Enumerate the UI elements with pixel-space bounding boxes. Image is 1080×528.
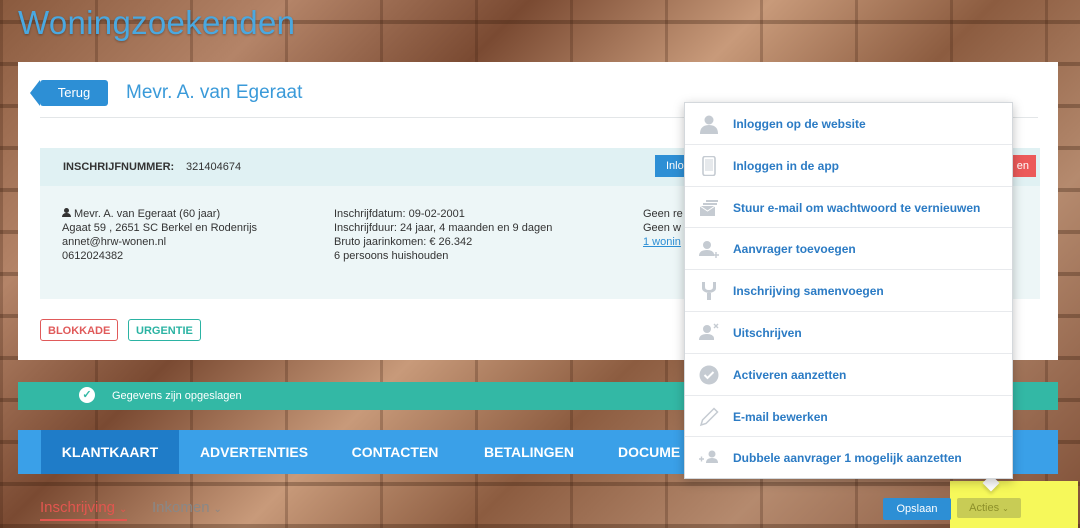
acties-button[interactable]: Acties ⌄ — [957, 498, 1021, 518]
menu-item-label: E-mail bewerken — [733, 409, 828, 424]
contact-name: Mevr. A. van Egeraat (60 jaar) — [74, 208, 221, 220]
menu-item-reset-password[interactable]: Stuur e-mail om wachtwoord te vernieuwen — [685, 187, 1012, 229]
menu-item-merge-registration[interactable]: Inschrijving samenvoegen — [685, 270, 1012, 312]
actions-dropdown-menu: Inloggen op de website Inloggen in de ap… — [684, 102, 1013, 479]
subtab-inkomen-label: Inkomen — [152, 499, 210, 516]
acties-label: Acties — [969, 502, 1000, 514]
household-size: 6 persoons huishouden — [334, 250, 449, 262]
status-info: Geen re Geen w 1 wonin — [643, 207, 683, 249]
check-circle-icon — [699, 365, 719, 385]
phone-icon — [702, 155, 716, 176]
tab-klantkaart[interactable]: KLANTKAART — [41, 430, 179, 474]
user-icon — [700, 115, 718, 134]
gross-income: Bruto jaarinkomen: € 26.342 — [334, 236, 473, 248]
merge-icon — [702, 282, 716, 301]
menu-item-label: Dubbele aanvrager 1 mogelijk aanzetten — [733, 451, 962, 466]
menu-item-login-website[interactable]: Inloggen op de website — [685, 103, 1012, 145]
urgentie-button[interactable]: URGENTIE — [128, 319, 201, 341]
duplicate-user-icon — [699, 450, 718, 464]
contact-phone: 0612024382 — [62, 250, 124, 262]
contact-email: annet@hrw-wonen.nl — [62, 236, 167, 248]
tab-documenten[interactable]: DOCUME — [598, 430, 684, 474]
menu-item-label: Stuur e-mail om wachtwoord te vernieuwen — [733, 200, 981, 215]
status-line-2: Geen w — [643, 222, 681, 234]
save-button[interactable]: Opslaan — [883, 498, 951, 520]
user-add-icon — [699, 241, 719, 259]
subtab-inkomen[interactable]: Inkomen ⌄ — [152, 499, 222, 516]
menu-item-add-applicant[interactable]: Aanvrager toevoegen — [685, 228, 1012, 271]
menu-item-duplicate-applicant[interactable]: Dubbele aanvrager 1 mogelijk aanzetten — [685, 437, 1012, 479]
tab-betalingen[interactable]: BETALINGEN — [464, 430, 594, 474]
mail-stack-icon — [699, 199, 718, 216]
tab-contacten[interactable]: CONTACTEN — [330, 430, 460, 474]
blokkade-button[interactable]: BLOKKADE — [40, 319, 119, 341]
login-button-partial[interactable]: Inlo — [655, 155, 687, 177]
check-icon: ✓ — [79, 387, 95, 403]
red-button-label: en — [1016, 160, 1029, 172]
chevron-down-icon: ⌄ — [213, 504, 222, 515]
menu-item-label: Uitschrijven — [733, 326, 802, 340]
homes-link[interactable]: 1 wonin — [643, 235, 683, 249]
pencil-icon — [699, 407, 719, 426]
client-name: Mevr. A. van Egeraat — [126, 82, 303, 103]
menu-item-label: Inloggen in de app — [733, 158, 839, 173]
contact-address: Agaat 59 , 2651 SC Berkel en Rodenrijs — [62, 222, 258, 234]
menu-item-label: Inschrijving samenvoegen — [733, 284, 884, 299]
chevron-down-icon: ⌄ — [1002, 504, 1009, 513]
saved-notification-text: Gegevens zijn opgeslagen — [112, 390, 242, 402]
person-icon — [62, 208, 71, 217]
registration-number: 321404674 — [186, 161, 242, 173]
status-line-1: Geen re — [643, 208, 683, 220]
menu-item-login-app[interactable]: Inloggen in de app — [685, 145, 1012, 187]
registration-info: Inschrijfdatum: 09-02-2001 Inschrijfduur… — [334, 207, 552, 263]
registration-label: INSCHRIJFNUMMER: — [63, 161, 175, 173]
registration-date: Inschrijfdatum: 09-02-2001 — [334, 208, 465, 220]
user-remove-icon — [699, 323, 719, 340]
subtab-inschrijving-label: Inschrijving — [40, 499, 116, 516]
menu-item-edit-email[interactable]: E-mail bewerken — [685, 396, 1012, 438]
menu-item-label: Inloggen op de website — [733, 117, 866, 131]
back-button[interactable]: Terug — [30, 80, 108, 106]
subtab-inschrijving[interactable]: Inschrijving ⌄ — [40, 499, 128, 521]
app-title: Woningzoekenden — [18, 4, 296, 41]
tab-advertenties[interactable]: ADVERTENTIES — [183, 430, 325, 474]
contact-info: Mevr. A. van Egeraat (60 jaar) Agaat 59 … — [62, 207, 257, 263]
chevron-down-icon: ⌄ — [119, 504, 128, 515]
menu-item-label: Activeren aanzetten — [733, 367, 847, 382]
menu-item-unsubscribe[interactable]: Uitschrijven — [685, 312, 1012, 354]
menu-item-label: Aanvrager toevoegen — [733, 242, 856, 257]
registration-duration: Inschrijfduur: 24 jaar, 4 maanden en 9 d… — [334, 222, 553, 234]
menu-item-activate[interactable]: Activeren aanzetten — [685, 354, 1012, 396]
